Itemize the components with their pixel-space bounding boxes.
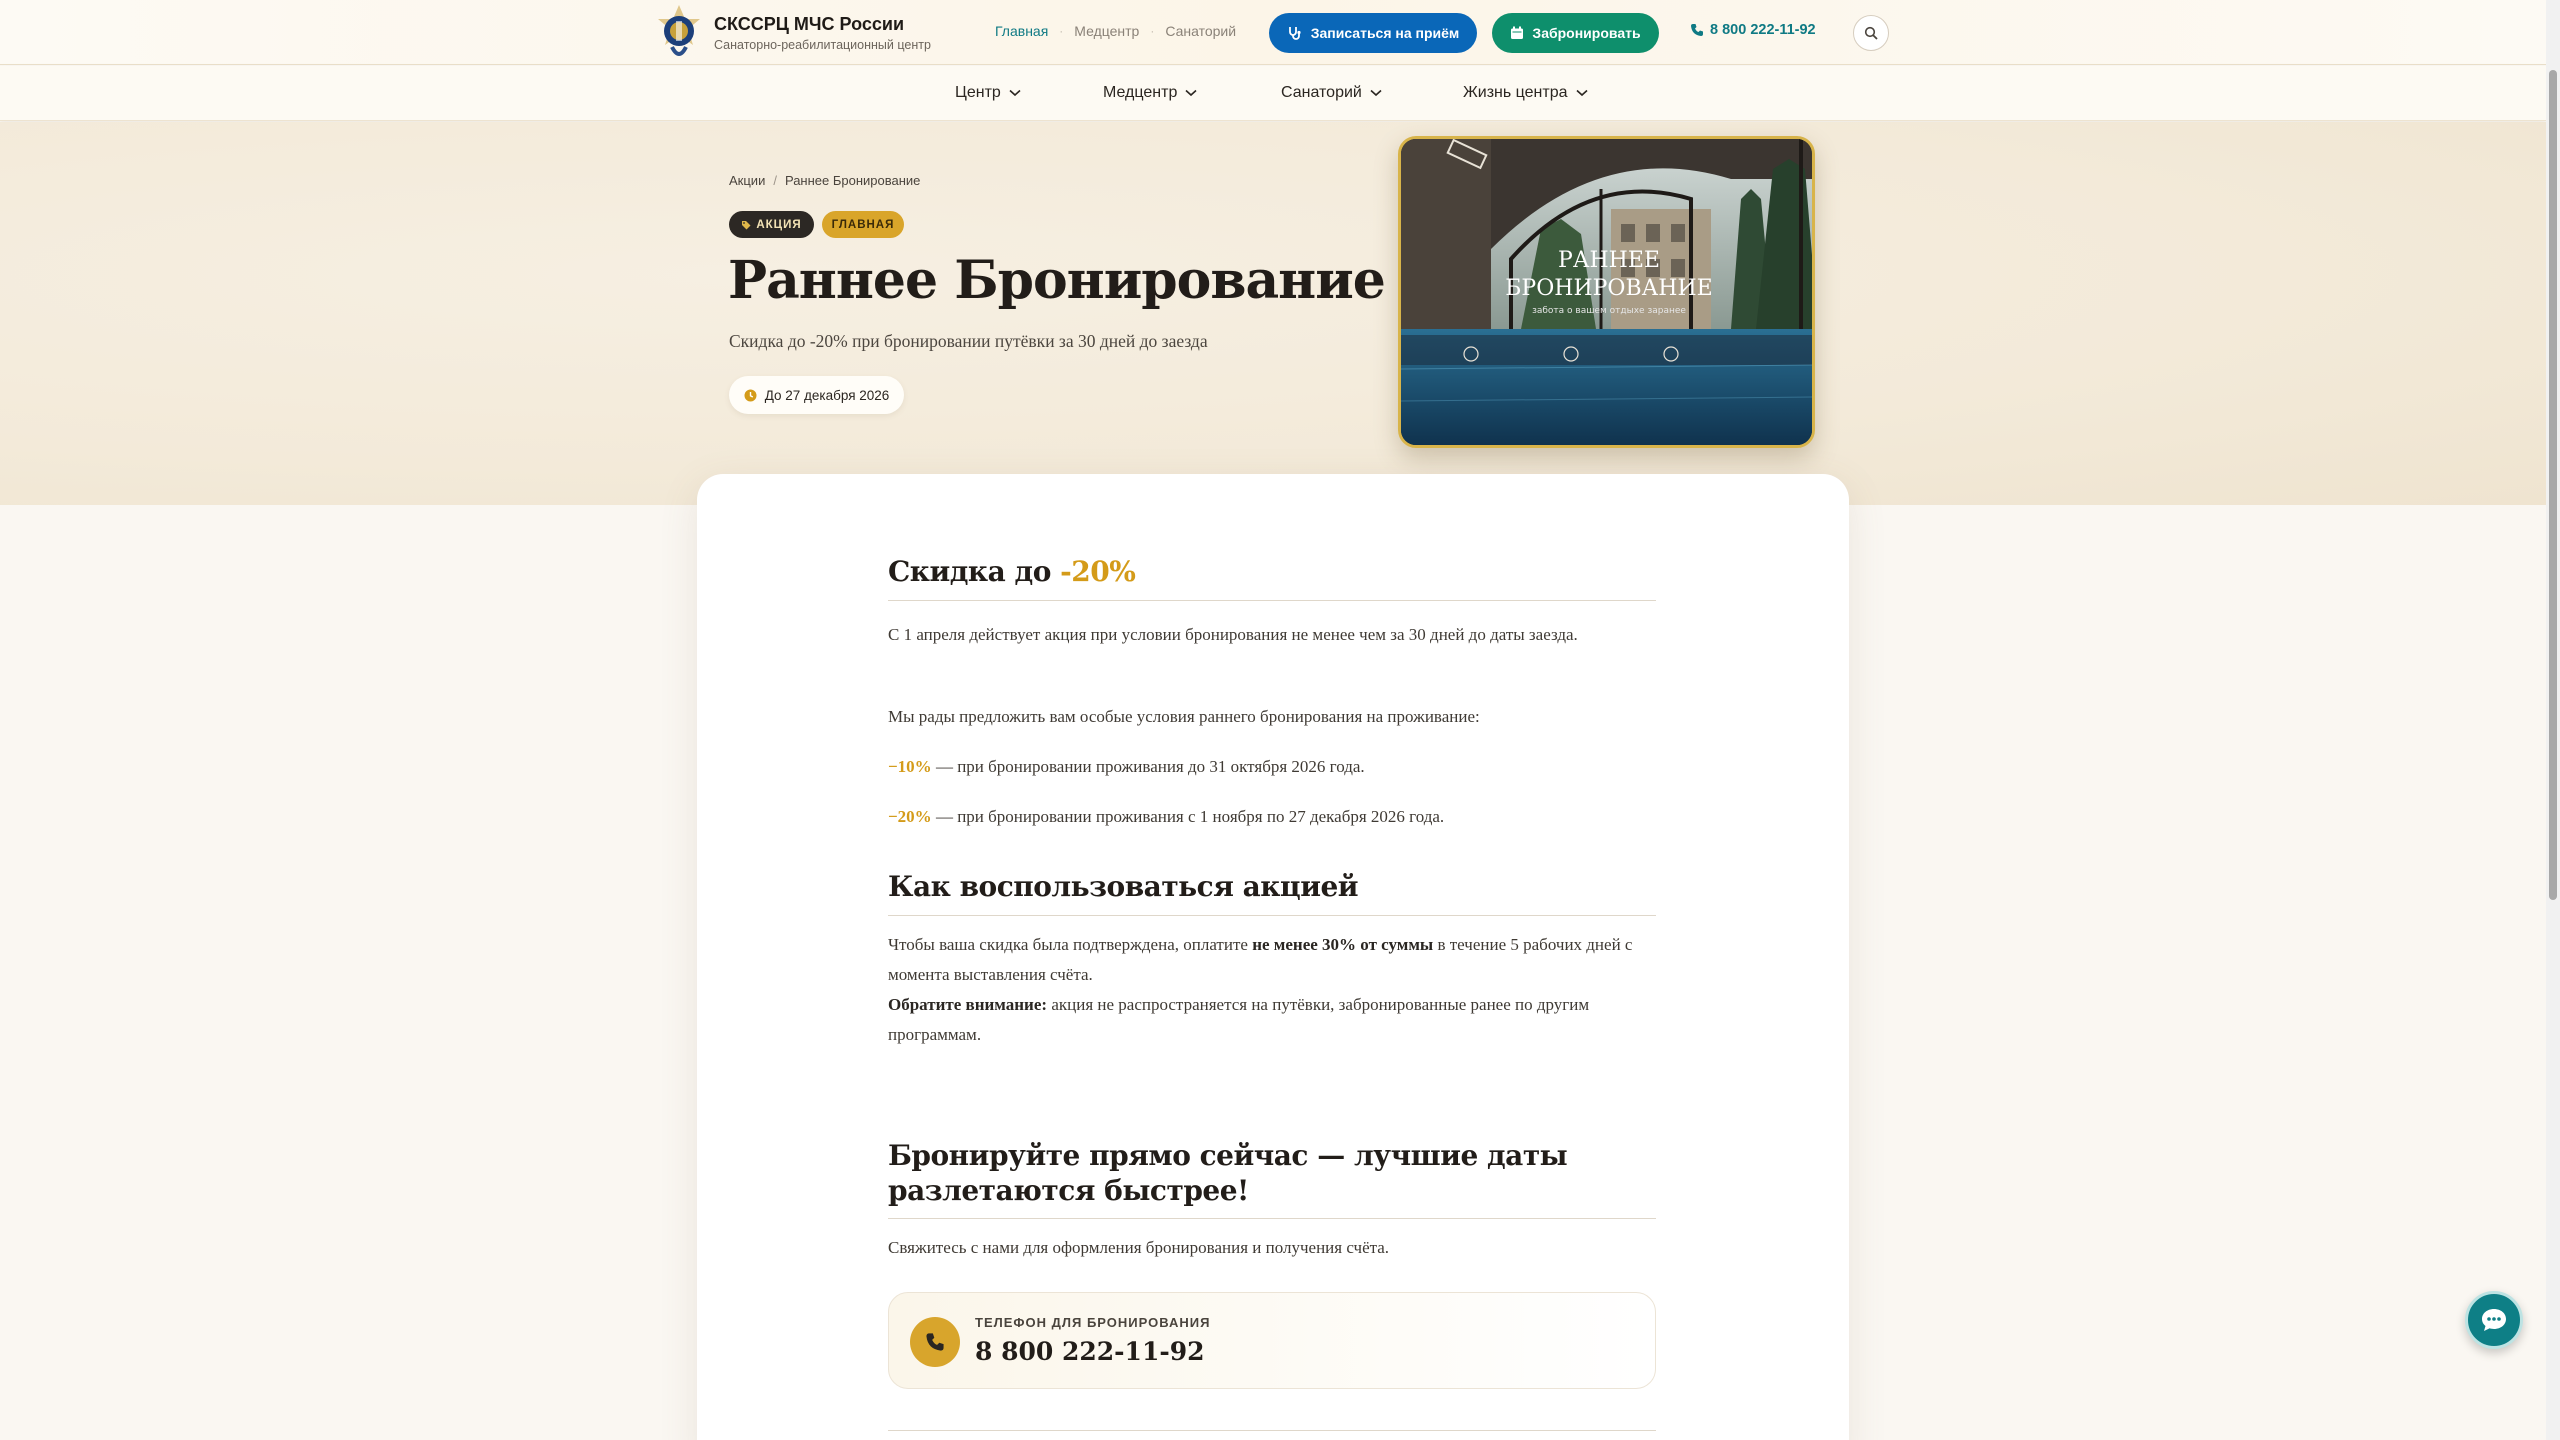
section-howto-p2: Обратите внимание: акция не распространя…	[888, 990, 1656, 1050]
subnav-label: Медцентр	[1103, 84, 1178, 101]
date-text: До 27 декабря 2026	[764, 387, 890, 403]
section-discount-title-accent: -20%	[1060, 555, 1136, 588]
chevron-down-icon	[1575, 89, 1588, 97]
booking-phone-label: ТЕЛЕФОН ДЛЯ БРОНИРОВАНИЯ	[975, 1315, 1211, 1330]
nav-separator: ·	[1150, 24, 1155, 38]
divider	[888, 915, 1656, 916]
subnav-label: Санаторий	[1281, 84, 1362, 101]
section-howto-title: Как воспользоваться акцией	[888, 870, 1359, 903]
hero-section	[0, 122, 2546, 505]
discount-item-20-text: — при бронировании проживания с 1 ноября…	[931, 807, 1445, 826]
sub-nav: Центр Медцентр Санаторий Жизнь центра	[0, 66, 2546, 121]
banner-title-line1: РАННЕЕ	[1558, 248, 1660, 273]
section-discount-p2: Мы рады предложить вам особые условия ра…	[888, 707, 1480, 726]
cta-title-line1: Бронируйте прямо сейчас — лучшие даты	[888, 1139, 1568, 1172]
promo-banner-image: РАННЕЕ БРОНИРОВАНИЕ забота о вашем отдых…	[1398, 136, 1815, 448]
booking-phone-number[interactable]: 8 800 222-11-92	[975, 1337, 1205, 1366]
subnav-item-life[interactable]: Жизнь центра	[1463, 84, 1588, 102]
book-button[interactable]: Забронировать	[1492, 13, 1659, 53]
brand-logo-link[interactable]: СКССРЦ МЧС России Санаторно-реабилитацио…	[654, 0, 931, 65]
chevron-down-icon	[1370, 89, 1382, 97]
section-discount: Скидка до -20%	[888, 555, 1656, 588]
cta-title-line2: разлетаются быстрее!	[888, 1174, 1249, 1207]
clock-icon	[744, 389, 757, 401]
divider	[888, 1430, 1656, 1431]
nav-sanatorium-link[interactable]: Санаторий	[1165, 23, 1236, 39]
nav-separator: ·	[1059, 24, 1064, 38]
subnav-label: Центр	[955, 84, 1001, 101]
phone-icon	[1691, 24, 1703, 36]
subnav-item-sanatorium[interactable]: Санаторий	[1281, 84, 1382, 102]
subnav-item-medcenter[interactable]: Медцентр	[1103, 84, 1197, 102]
breadcrumb-promos-link[interactable]: Акции	[729, 173, 765, 188]
tag-promo-label: АКЦИЯ	[756, 218, 802, 231]
chevron-down-icon	[1185, 89, 1197, 97]
section-cta-title: Бронируйте прямо сейчас — лучшие даты ра…	[888, 1138, 1656, 1208]
howto-p1-a: Чтобы ваша скидка была подтверждена, опл…	[888, 935, 1253, 954]
discount-item-20-percent: −20%	[888, 807, 932, 826]
section-howto-p1: Чтобы ваша скидка была подтверждена, опл…	[888, 930, 1656, 990]
date-badge: До 27 декабря 2026	[729, 376, 904, 414]
section-cta-p1: Свяжитесь с нами для оформления брониров…	[888, 1238, 1390, 1257]
section-discount-p1: С 1 апреля действует акция при условии б…	[888, 625, 1578, 644]
pool-hall-illustration: РАННЕЕ БРОНИРОВАНИЕ забота о вашем отдых…	[1401, 139, 1812, 445]
divider	[888, 600, 1656, 601]
page-scrollbar-thumb[interactable]	[2549, 70, 2557, 900]
top-nav: Главная · Медцентр · Санаторий	[995, 23, 1236, 39]
nav-medcenter-link[interactable]: Медцентр	[1074, 23, 1139, 39]
header-phone-link[interactable]: 8 800 222-11-92	[1690, 22, 1816, 38]
stethoscope-icon	[1288, 27, 1301, 40]
appointment-button-label: Записаться на приём	[1310, 25, 1460, 41]
phone-icon-circle	[910, 1317, 960, 1367]
section-discount-title-prefix: Скидка до	[888, 555, 1061, 588]
tag-icon	[742, 220, 751, 229]
section-discount-title: Скидка до -20%	[888, 555, 1656, 588]
brand-title: СКССРЦ МЧС России	[714, 13, 905, 34]
header-phone-number: 8 800 222-11-92	[1710, 22, 1816, 38]
breadcrumb: Акции / Раннее Бронирование	[729, 173, 920, 188]
discount-item-10-text: — при бронировании проживания до 31 октя…	[931, 757, 1365, 776]
search-button[interactable]	[1853, 15, 1889, 51]
chat-bubble-icon	[2482, 1309, 2506, 1331]
banner-caption: забота о вашем отдыхе заранее	[1532, 306, 1686, 316]
brand-subtitle: Санаторно-реабилитационный центр	[714, 37, 931, 52]
page-title: Раннее Бронирование	[728, 250, 1386, 311]
chat-widget-button[interactable]	[2465, 1291, 2523, 1349]
banner-title-line2: БРОНИРОВАНИЕ	[1505, 276, 1712, 301]
subnav-label: Жизнь центра	[1463, 84, 1568, 101]
chevron-down-icon	[1009, 89, 1021, 97]
howto-p2-bold: Обратите внимание:	[888, 995, 1048, 1014]
hero-subtitle: Скидка до -20% при бронировании путёвки …	[729, 331, 1208, 351]
discount-item-10: −10% — при бронировании проживания до 31…	[888, 752, 1656, 782]
phone-icon	[926, 1333, 944, 1351]
mchs-emblem-icon	[658, 4, 700, 56]
tag-promo: АКЦИЯ	[729, 211, 814, 238]
discount-item-10-percent: −10%	[888, 757, 932, 776]
howto-p1-bold: не менее 30% от суммы	[1252, 935, 1434, 954]
tag-main: ГЛАВНАЯ	[822, 211, 904, 238]
booking-phone-card[interactable]: ТЕЛЕФОН ДЛЯ БРОНИРОВАНИЯ 8 800 222-11-92	[888, 1292, 1656, 1389]
breadcrumb-separator: /	[773, 173, 777, 188]
subnav-item-center[interactable]: Центр	[955, 84, 1021, 102]
discount-item-20: −20% — при бронировании проживания с 1 н…	[888, 802, 1656, 832]
book-button-label: Забронировать	[1532, 25, 1641, 41]
calendar-icon	[1511, 26, 1524, 39]
top-header: СКССРЦ МЧС России Санаторно-реабилитацио…	[0, 0, 2546, 65]
divider	[888, 1218, 1656, 1219]
appointment-button[interactable]: Записаться на приём	[1269, 13, 1477, 53]
breadcrumb-current: Раннее Бронирование	[784, 173, 921, 188]
search-icon	[1864, 26, 1878, 40]
nav-home-link[interactable]: Главная	[995, 23, 1048, 39]
